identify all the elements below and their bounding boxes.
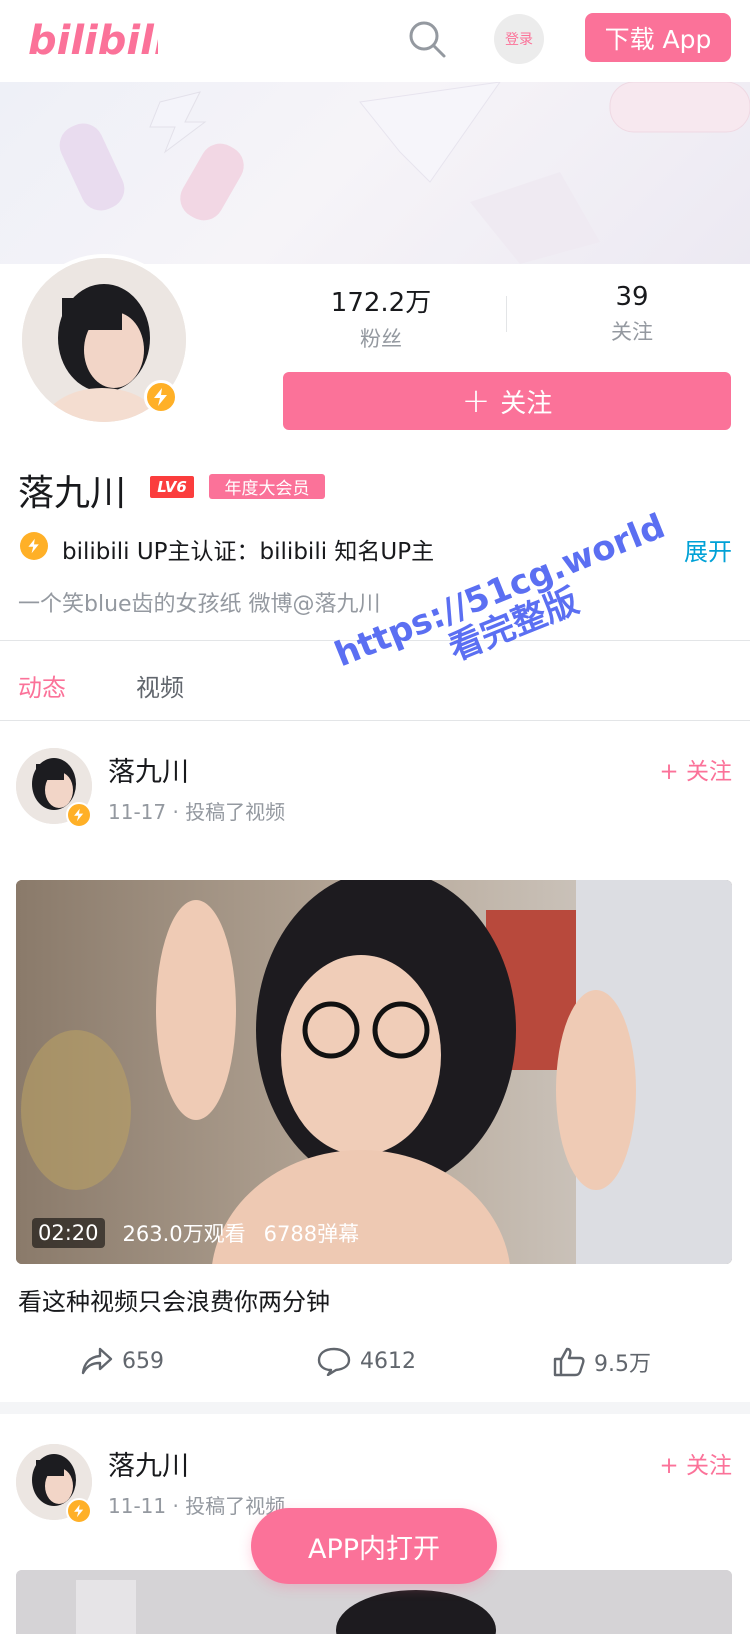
follow-button-label: 关注 xyxy=(500,388,553,419)
following-label: 关注 xyxy=(611,320,653,344)
video-views: 263.0万观看 xyxy=(122,1222,246,1246)
followers-count: 172.2万 xyxy=(330,288,432,318)
followers-label: 粉丝 xyxy=(360,327,402,351)
share-action[interactable]: 659 xyxy=(80,1346,164,1376)
level-badge: LV6 xyxy=(150,476,194,498)
following-count: 39 xyxy=(615,282,649,312)
post-separator xyxy=(0,1402,750,1414)
login-button[interactable]: 登录 xyxy=(494,14,544,64)
user-bio: 一个笑blue齿的女孩纸 微博@落九川 xyxy=(18,592,381,617)
video-stats-overlay: 02:20 263.0万观看 6788弹幕 xyxy=(32,1218,359,1248)
certification-text: bilibili UP主认证：bilibili 知名UP主 xyxy=(62,539,435,565)
video-title[interactable]: 看这种视频只会浪费你两分钟 xyxy=(18,1282,330,1317)
tab-videos[interactable]: 视频 xyxy=(136,668,184,703)
video-duration: 02:20 xyxy=(32,1218,105,1248)
tab-dynamics[interactable]: 动态 xyxy=(18,668,66,703)
post-author[interactable]: 落九川 xyxy=(108,750,189,789)
profile-banner xyxy=(0,82,750,264)
feed-post: 落九川 11-17 · 投稿了视频 + 关注 02:20 263.0万观看 67… xyxy=(0,722,750,1402)
profile-avatar[interactable] xyxy=(18,254,190,426)
post-author[interactable]: 落九川 xyxy=(108,1444,189,1483)
thumbs-up-icon xyxy=(553,1347,585,1377)
verified-badge-icon xyxy=(144,380,178,414)
verified-badge-icon xyxy=(66,802,92,828)
download-app-button[interactable]: 下载 App xyxy=(585,13,731,62)
banner-art xyxy=(59,82,750,264)
divider xyxy=(0,720,750,721)
certification-icon xyxy=(20,532,48,560)
share-icon xyxy=(81,1347,113,1375)
top-bar: bilibili 登录 下载 App xyxy=(0,0,750,82)
page: bilibili 登录 下载 App 172.2万 粉丝 39 关注 + 关注 … xyxy=(0,0,750,1634)
video-danmaku: 6788弹幕 xyxy=(263,1222,360,1246)
search-icon[interactable] xyxy=(406,18,448,60)
post-meta: 11-17 · 投稿了视频 xyxy=(108,800,286,824)
post-follow-button[interactable]: + 关注 xyxy=(659,752,732,786)
svg-text:bilibili: bilibili xyxy=(28,18,158,64)
thumbnail-image xyxy=(16,880,732,1264)
comment-count: 4612 xyxy=(360,1348,416,1374)
comment-icon xyxy=(317,1347,351,1376)
video-thumbnail[interactable]: 02:20 263.0万观看 6788弹幕 xyxy=(16,880,732,1264)
like-count: 9.5万 xyxy=(594,1352,651,1377)
share-count: 659 xyxy=(122,1348,164,1374)
post-meta: 11-11 · 投稿了视频 xyxy=(108,1494,286,1518)
expand-link[interactable]: 展开 xyxy=(684,532,732,567)
bilibili-logo[interactable]: bilibili xyxy=(28,6,158,70)
like-action[interactable]: 9.5万 xyxy=(552,1346,651,1378)
open-in-app-button[interactable]: APP内打开 xyxy=(251,1508,497,1584)
user-name: 落九川 xyxy=(18,473,127,514)
comment-action[interactable]: 4612 xyxy=(316,1346,416,1376)
stats-divider xyxy=(506,296,507,332)
plus-icon: + xyxy=(461,381,491,421)
following-stat[interactable]: 39 关注 xyxy=(572,282,692,346)
vip-badge[interactable]: 年度大会员 xyxy=(209,474,325,499)
followers-stat[interactable]: 172.2万 粉丝 xyxy=(316,282,446,353)
follow-button[interactable]: + 关注 xyxy=(283,372,731,430)
verified-badge-icon xyxy=(66,1498,92,1524)
post-follow-button[interactable]: + 关注 xyxy=(659,1446,732,1480)
